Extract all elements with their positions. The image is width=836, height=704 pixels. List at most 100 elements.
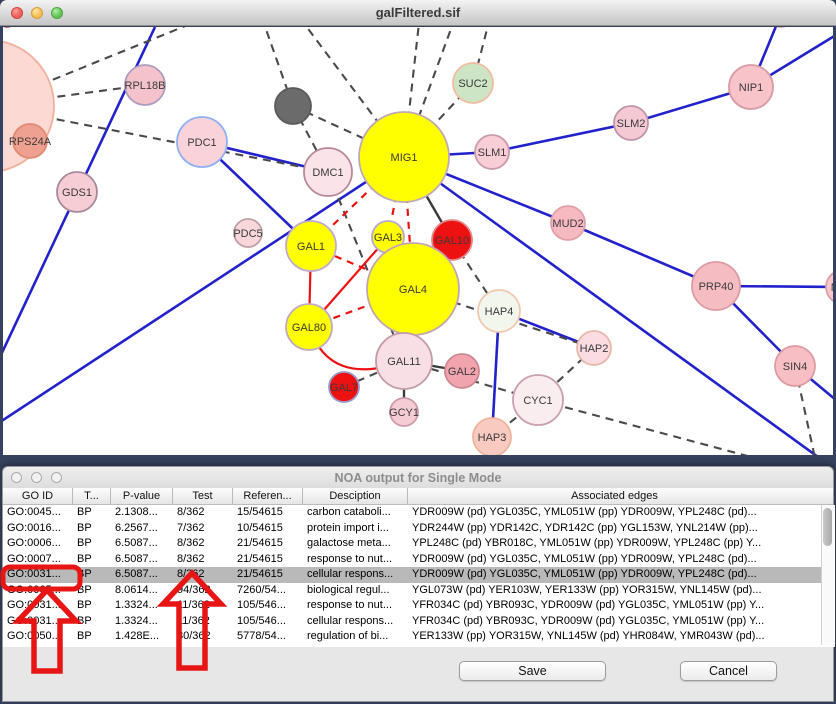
- main-window-titlebar[interactable]: galFiltered.sif: [0, 0, 836, 26]
- node-label-prp40: PRP40: [699, 281, 734, 293]
- table-cell: 8/362: [173, 552, 233, 568]
- table-cell: 6.5087...: [111, 536, 173, 552]
- node-label-gal1: GAL1: [297, 241, 325, 253]
- table-cell: 21/54615: [233, 552, 303, 568]
- table-cell: 1.428E...: [111, 629, 173, 645]
- table-cell: protein import i...: [303, 521, 408, 537]
- table-cell: YDR009W (pd) YGL035C, YML051W (pp) YDR00…: [408, 552, 821, 568]
- table-cell: 2.1308...: [111, 505, 173, 521]
- node-label-gal3: GAL3: [374, 232, 402, 244]
- noa-window-titlebar[interactable]: NOA output for Single Mode: [3, 467, 833, 489]
- table-cell: cellular respons...: [303, 567, 408, 583]
- node-label-gal80: GAL80: [292, 322, 326, 334]
- table-row[interactable]: GO:0016...BP6.2567...7/36210/54615protei…: [3, 521, 821, 537]
- table-cell: 80/362: [173, 629, 233, 645]
- node-label-gal10: GAL10: [435, 235, 469, 247]
- table-cell: 5778/54...: [233, 629, 303, 645]
- table-cell: BP: [73, 629, 111, 645]
- table-cell: YER133W (pp) YOR315W, YNL145W (pd) YHR08…: [408, 629, 821, 645]
- node-label-pdc1: PDC1: [187, 137, 216, 149]
- network-edge[interactable]: [492, 123, 631, 152]
- table-cell: response to nut...: [303, 598, 408, 614]
- node-label-rps24a: RPS24A: [9, 136, 52, 148]
- table-cell: 105/546...: [233, 598, 303, 614]
- table-cell: YPL248C (pd) YBR018C, YML051W (pp) YDR00…: [408, 536, 821, 552]
- table-cell: 8.0614...: [111, 583, 173, 599]
- network-node-dark[interactable]: [275, 88, 311, 124]
- table-cell: BP: [73, 567, 111, 583]
- node-label-hap3: HAP3: [478, 432, 507, 444]
- table-cell: GO:0031...: [3, 567, 73, 583]
- table-cell: 94/362: [173, 583, 233, 599]
- table-cell: 7/362: [173, 521, 233, 537]
- column-header-5[interactable]: Desciption: [303, 488, 408, 504]
- table-cell: GO:0031...: [3, 614, 73, 630]
- table-scrollbar[interactable]: [821, 505, 834, 645]
- table-cell: YGL073W (pd) YER103W, YER133W (pp) YOR31…: [408, 583, 821, 599]
- network-svg: RPL18BRPS24AGDS1PDC1PDC5MIG1SUC2SLM1DMC1…: [3, 27, 833, 455]
- table-cell: cellular respons...: [303, 614, 408, 630]
- table-cell: YFR034C (pd) YBR093C, YDR009W (pd) YGL03…: [408, 614, 821, 630]
- table-cell: YFR034C (pd) YBR093C, YDR009W (pd) YGL03…: [408, 598, 821, 614]
- node-label-gcy1: GCY1: [389, 407, 419, 419]
- desktop: galFiltered.sif RPL18BRPS24AGDS1PDC1PDC5…: [0, 0, 836, 704]
- main-window-title: galFiltered.sif: [0, 5, 836, 20]
- table-header-row: GO IDT...P-valueTestReferen...Desciption…: [3, 488, 833, 505]
- column-header-4[interactable]: Referen...: [233, 488, 303, 504]
- table-cell: carbon cataboli...: [303, 505, 408, 521]
- node-label-nip1: NIP1: [739, 82, 763, 94]
- table-cell: GO:0065...: [3, 583, 73, 599]
- scrollbar-thumb[interactable]: [823, 508, 832, 546]
- node-label-gal2: GAL2: [448, 366, 476, 378]
- table-row[interactable]: GO:0031...BP1.3324...11/362105/546...cel…: [3, 614, 821, 630]
- table-cell: BP: [73, 614, 111, 630]
- table-cell: YDR009W (pd) YGL035C, YML051W (pp) YDR00…: [408, 567, 821, 583]
- table-row[interactable]: GO:0007...BP6.5087...8/36221/54615respon…: [3, 552, 821, 568]
- table-row[interactable]: GO:0031...BP1.3324...11/362105/546...res…: [3, 598, 821, 614]
- column-header-3[interactable]: Test: [173, 488, 233, 504]
- noa-output-window: NOA output for Single Mode GO IDT...P-va…: [2, 466, 834, 702]
- network-edge[interactable]: [538, 400, 755, 455]
- table-row[interactable]: GO:0050...BP1.428E...80/3625778/54...reg…: [3, 629, 821, 645]
- node-label-cyc1: CYC1: [523, 395, 552, 407]
- table-cell: galactose meta...: [303, 536, 408, 552]
- table-cell: GO:0045...: [3, 505, 73, 521]
- column-header-0[interactable]: GO ID: [3, 488, 73, 504]
- node-label-msn: MSN: [831, 282, 833, 294]
- table-cell: BP: [73, 598, 111, 614]
- column-header-2[interactable]: P-value: [111, 488, 173, 504]
- table-row[interactable]: GO:0045...BP2.1308...8/36215/54615carbon…: [3, 505, 821, 521]
- node-label-hap2: HAP2: [580, 343, 609, 355]
- table-cell: 8/362: [173, 505, 233, 521]
- node-label-gal7: GAL7: [330, 382, 358, 394]
- table-cell: 1.3324...: [111, 598, 173, 614]
- table-cell: 8/362: [173, 567, 233, 583]
- go-results-table[interactable]: GO:0045...BP2.1308...8/36215/54615carbon…: [3, 505, 821, 645]
- column-header-6[interactable]: Associated edges: [408, 488, 821, 504]
- node-label-mig1: MIG1: [391, 152, 418, 164]
- node-label-sin4: SIN4: [783, 361, 807, 373]
- table-cell: 105/546...: [233, 614, 303, 630]
- network-canvas[interactable]: RPL18BRPS24AGDS1PDC1PDC5MIG1SUC2SLM1DMC1…: [3, 27, 833, 455]
- table-cell: regulation of bi...: [303, 629, 408, 645]
- column-header-1[interactable]: T...: [73, 488, 111, 504]
- noa-window-title: NOA output for Single Mode: [3, 471, 833, 485]
- table-row[interactable]: GO:0031...BP6.5087...8/36221/54615cellul…: [3, 567, 821, 583]
- table-row[interactable]: GO:0006...BP6.5087...8/36221/54615galact…: [3, 536, 821, 552]
- table-cell: 1.3324...: [111, 614, 173, 630]
- table-cell: GO:0031...: [3, 598, 73, 614]
- table-cell: 6.5087...: [111, 567, 173, 583]
- table-cell: 6.5087...: [111, 552, 173, 568]
- save-button[interactable]: Save: [459, 661, 606, 681]
- table-cell: BP: [73, 552, 111, 568]
- table-cell: 6.2567...: [111, 521, 173, 537]
- cancel-button[interactable]: Cancel: [680, 661, 777, 681]
- node-label-gal4: GAL4: [399, 284, 427, 296]
- table-cell: 21/54615: [233, 536, 303, 552]
- table-cell: GO:0007...: [3, 552, 73, 568]
- table-row[interactable]: GO:0065...BP8.0614...94/3627260/54...bio…: [3, 583, 821, 599]
- node-label-pdc5: PDC5: [233, 228, 262, 240]
- node-label-slm1: SLM1: [478, 147, 507, 159]
- table-cell: BP: [73, 536, 111, 552]
- table-cell: 7260/54...: [233, 583, 303, 599]
